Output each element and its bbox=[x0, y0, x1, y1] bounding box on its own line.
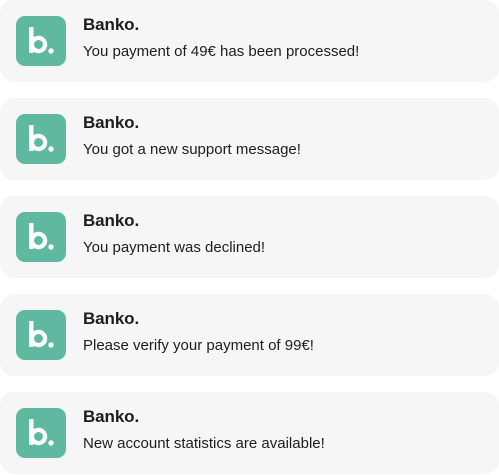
b-logo-glyph bbox=[29, 419, 54, 446]
notification-card[interactable]: Banko. You got a new support message! bbox=[0, 98, 499, 180]
banko-logo-icon bbox=[16, 212, 66, 262]
notification-message: Please verify your payment of 99€! bbox=[83, 337, 314, 354]
app-name: Banko. bbox=[83, 15, 140, 34]
notification-message: You payment was declined! bbox=[83, 239, 266, 256]
b-logo-glyph bbox=[29, 125, 54, 152]
b-logo-glyph bbox=[29, 321, 54, 348]
app-name: Banko. bbox=[83, 113, 140, 132]
notification-message: You got a new support message! bbox=[83, 141, 301, 158]
notification-card[interactable]: Banko. New account statistics are availa… bbox=[0, 392, 499, 474]
notification-card[interactable]: Banko. You payment was declined! bbox=[0, 196, 499, 278]
notification-list: Banko. You payment of 49€ has been proce… bbox=[0, 0, 499, 475]
b-logo-glyph bbox=[29, 27, 54, 54]
banko-logo-icon bbox=[16, 114, 66, 164]
b-logo-glyph bbox=[29, 223, 54, 250]
app-name: Banko. bbox=[83, 407, 140, 426]
notification-card[interactable]: Banko. Please verify your payment of 99€… bbox=[0, 294, 499, 376]
notification-message: New account statistics are available! bbox=[83, 435, 325, 452]
notification-message: You payment of 49€ has been processed! bbox=[83, 43, 360, 60]
banko-logo-icon bbox=[16, 408, 66, 458]
banko-logo-icon bbox=[16, 310, 66, 360]
banko-logo-icon bbox=[16, 16, 66, 66]
app-name: Banko. bbox=[83, 309, 140, 328]
notification-card[interactable]: Banko. You payment of 49€ has been proce… bbox=[0, 0, 499, 82]
app-name: Banko. bbox=[83, 211, 140, 230]
